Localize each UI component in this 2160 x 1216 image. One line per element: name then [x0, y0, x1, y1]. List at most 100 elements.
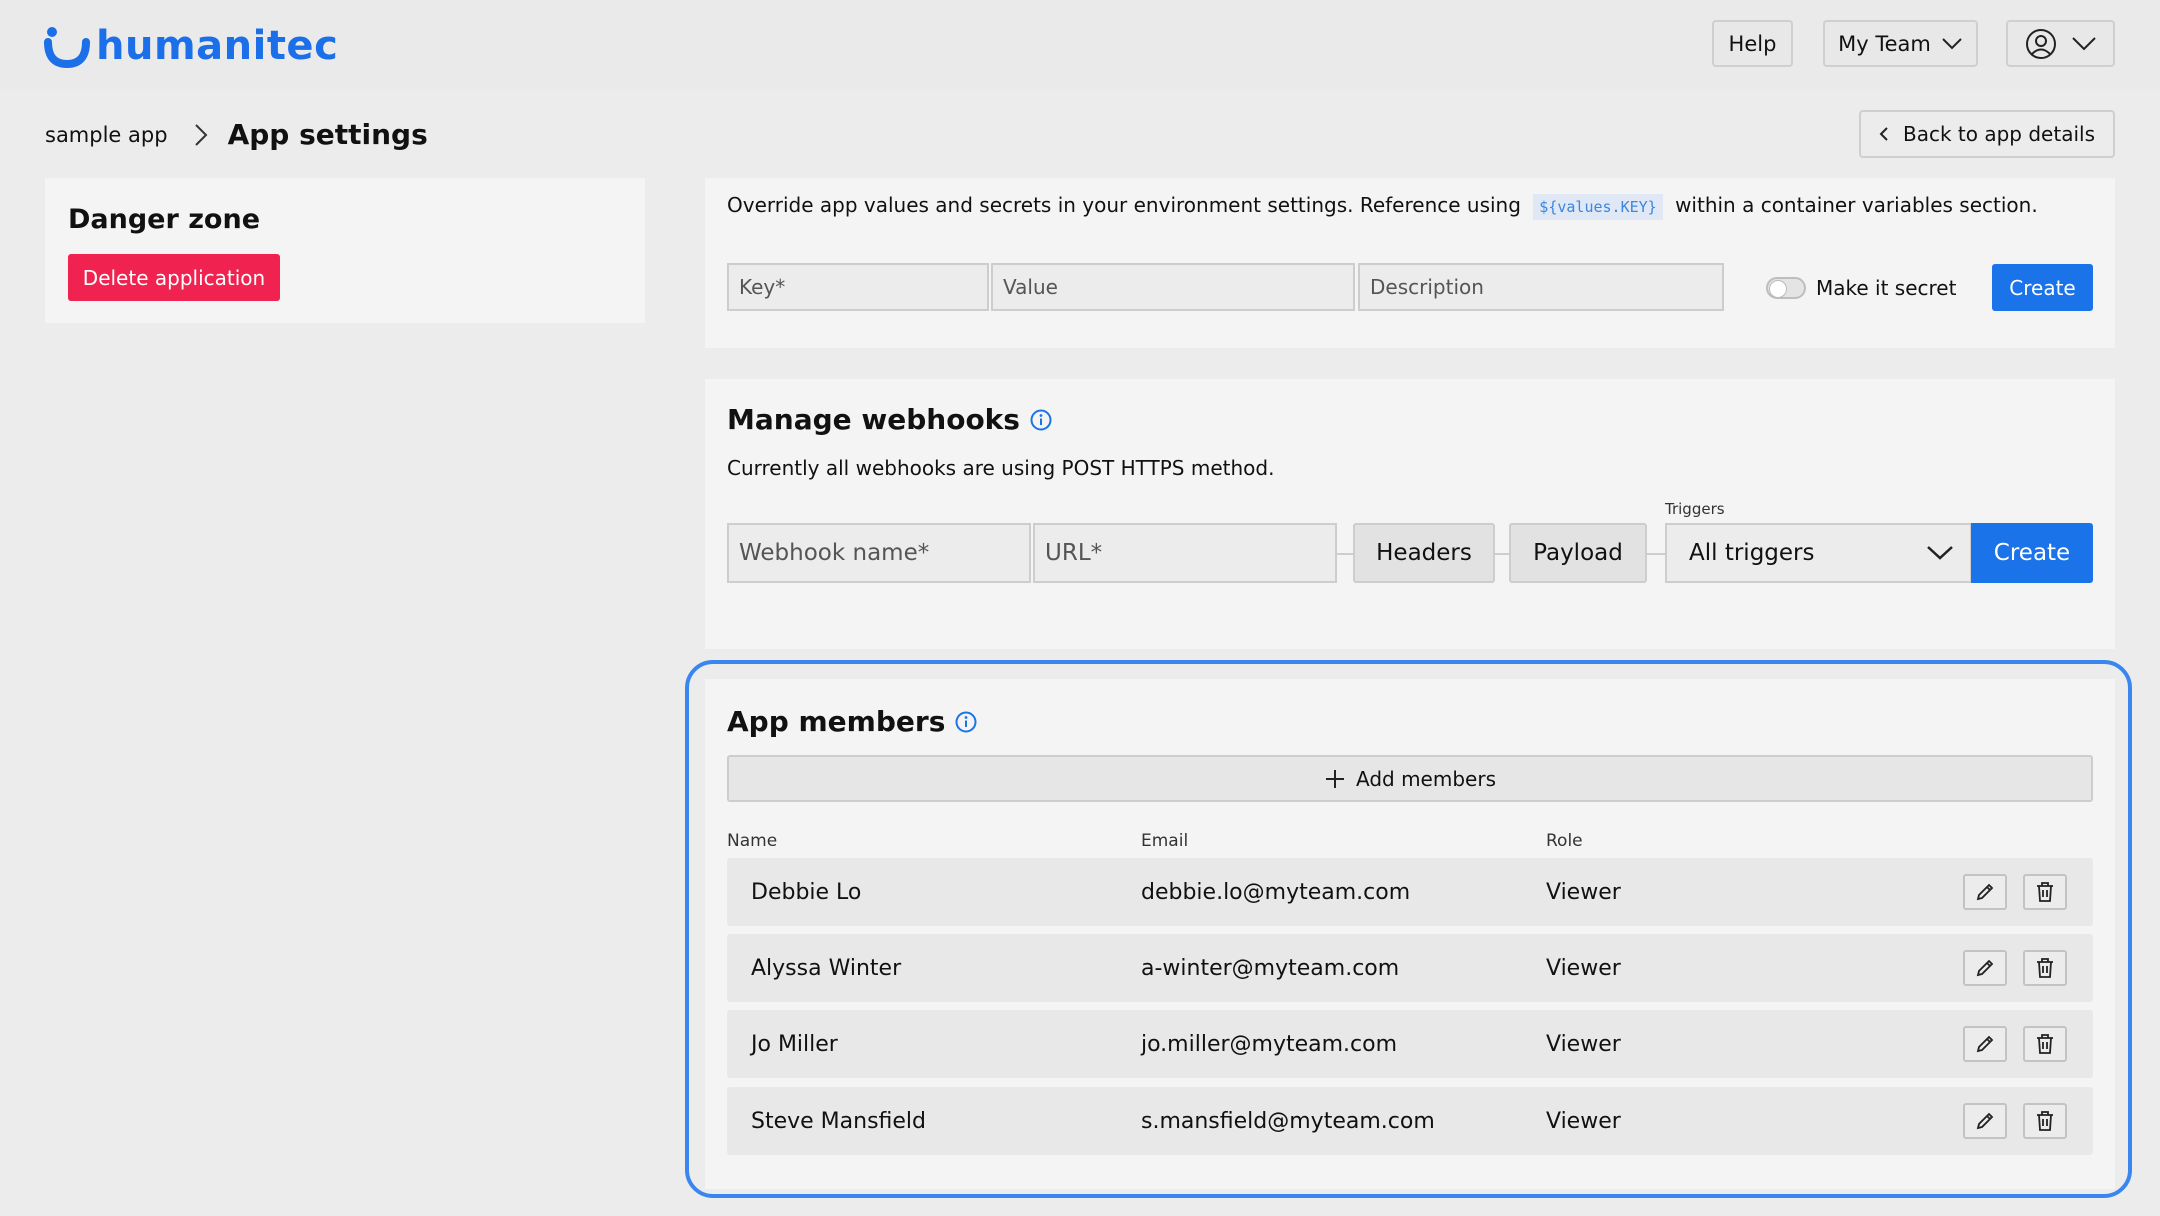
- delete-member-button[interactable]: [2023, 1103, 2067, 1139]
- member-email: debbie.lo@myteam.com: [1141, 880, 1411, 905]
- humanitec-logo[interactable]: humanitec: [44, 20, 338, 72]
- member-role: Viewer: [1546, 1032, 1621, 1057]
- chevron-down-icon: [1927, 546, 1953, 560]
- payload-label: Payload: [1533, 540, 1623, 566]
- pencil-icon: [1976, 1035, 1994, 1053]
- create-value-label: Create: [2009, 275, 2076, 300]
- payload-button[interactable]: Payload: [1509, 523, 1647, 583]
- trash-icon: [2037, 882, 2053, 902]
- edit-member-button[interactable]: [1963, 1026, 2007, 1062]
- webhooks-panel: Manage webhooks Currently all webhooks a…: [705, 379, 2115, 649]
- table-row: Debbie Lo debbie.lo@myteam.com Viewer: [727, 858, 2093, 926]
- member-name: Alyssa Winter: [751, 956, 902, 981]
- team-switcher-button[interactable]: My Team: [1823, 20, 1978, 67]
- delete-member-button[interactable]: [2023, 874, 2067, 910]
- webhook-url-placeholder: URL*: [1045, 540, 1103, 566]
- help-label: Help: [1728, 31, 1777, 56]
- values-description-after: within a container variables section.: [1675, 193, 2038, 217]
- connector-line: [1495, 553, 1509, 555]
- key-placeholder: Key*: [739, 275, 786, 299]
- create-webhook-label: Create: [1993, 540, 2071, 566]
- edit-member-button[interactable]: [1963, 1103, 2007, 1139]
- chevron-down-icon: [1942, 37, 1962, 49]
- webhooks-subtitle: Currently all webhooks are using POST HT…: [727, 456, 1275, 480]
- trash-icon: [2037, 958, 2053, 978]
- members-title: App members: [727, 705, 977, 738]
- back-label: Back to app details: [1903, 122, 2095, 146]
- info-icon[interactable]: [1030, 409, 1052, 431]
- member-email: a-winter@myteam.com: [1141, 956, 1400, 981]
- webhooks-title: Manage webhooks: [727, 403, 1052, 436]
- values-code-reference: ${values.KEY}: [1533, 194, 1663, 220]
- webhook-name-input[interactable]: Webhook name*: [727, 523, 1031, 583]
- description-placeholder: Description: [1370, 275, 1484, 299]
- create-webhook-button[interactable]: Create: [1971, 523, 2093, 583]
- delete-member-button[interactable]: [2023, 1026, 2067, 1062]
- breadcrumb-app-link[interactable]: sample app: [45, 123, 168, 147]
- back-to-app-details-button[interactable]: Back to app details: [1859, 110, 2115, 158]
- value-placeholder: Value: [1003, 275, 1058, 299]
- pencil-icon: [1976, 883, 1994, 901]
- value-input[interactable]: Value: [991, 263, 1355, 311]
- chevron-left-icon: [1879, 127, 1888, 141]
- breadcrumb: sample app App settings: [45, 118, 428, 151]
- member-name: Debbie Lo: [751, 880, 862, 905]
- values-description: Override app values and secrets in your …: [727, 193, 2038, 220]
- trash-icon: [2037, 1111, 2053, 1131]
- info-icon[interactable]: [955, 711, 977, 733]
- triggers-select[interactable]: All triggers: [1665, 523, 1972, 583]
- triggers-label: Triggers: [1665, 500, 1725, 518]
- user-menu-button[interactable]: [2006, 20, 2115, 67]
- help-button[interactable]: Help: [1712, 20, 1793, 67]
- pencil-icon: [1976, 1112, 1994, 1130]
- webhook-url-input[interactable]: URL*: [1033, 523, 1337, 583]
- members-title-text: App members: [727, 705, 946, 738]
- chevron-down-icon: [2071, 36, 2096, 50]
- brand-name: humanitec: [96, 23, 339, 69]
- table-row: Steve Mansfield s.mansfield@myteam.com V…: [727, 1087, 2093, 1155]
- team-label: My Team: [1838, 31, 1931, 56]
- webhook-name-placeholder: Webhook name*: [739, 540, 930, 566]
- connector-line: [1337, 553, 1353, 555]
- trash-icon: [2037, 1034, 2053, 1054]
- key-input[interactable]: Key*: [727, 263, 989, 311]
- app-members-panel: App members Add members Name Email Role …: [705, 679, 2115, 1189]
- column-header-role: Role: [1546, 831, 1583, 851]
- delete-application-button[interactable]: Delete application: [68, 254, 280, 301]
- table-row: Jo Miller jo.miller@myteam.com Viewer: [727, 1010, 2093, 1078]
- member-name: Steve Mansfield: [751, 1109, 927, 1134]
- webhooks-title-text: Manage webhooks: [727, 403, 1020, 436]
- danger-zone-title: Danger zone: [68, 204, 261, 235]
- add-members-button[interactable]: Add members: [727, 755, 2093, 802]
- column-header-email: Email: [1141, 831, 1189, 851]
- create-value-button[interactable]: Create: [1992, 264, 2093, 311]
- shared-values-panel: Override app values and secrets in your …: [705, 178, 2115, 348]
- column-header-name: Name: [727, 831, 778, 851]
- headers-button[interactable]: Headers: [1353, 523, 1495, 583]
- secret-toggle[interactable]: [1766, 277, 1806, 299]
- page-title: App settings: [227, 118, 428, 151]
- table-row: Alyssa Winter a-winter@myteam.com Viewer: [727, 934, 2093, 1002]
- plus-icon: [1326, 769, 1344, 788]
- edit-member-button[interactable]: [1963, 950, 2007, 986]
- pencil-icon: [1976, 959, 1994, 977]
- member-role: Viewer: [1546, 956, 1621, 981]
- edit-member-button[interactable]: [1963, 874, 2007, 910]
- secret-label: Make it secret: [1816, 276, 1957, 300]
- member-email: jo.miller@myteam.com: [1141, 1032, 1398, 1057]
- description-input[interactable]: Description: [1358, 263, 1724, 311]
- triggers-value: All triggers: [1689, 540, 1815, 566]
- delete-member-button[interactable]: [2023, 950, 2067, 986]
- member-email: s.mansfield@myteam.com: [1141, 1109, 1435, 1134]
- headers-label: Headers: [1376, 540, 1472, 566]
- add-members-label: Add members: [1356, 766, 1496, 791]
- member-role: Viewer: [1546, 880, 1621, 905]
- top-bar: humanitec Help My Team: [0, 0, 2160, 89]
- chevron-right-icon: [194, 123, 207, 146]
- logo-smile-icon: [44, 27, 90, 68]
- member-role: Viewer: [1546, 1109, 1621, 1134]
- delete-label: Delete application: [82, 265, 266, 290]
- values-description-before: Override app values and secrets in your …: [727, 193, 1521, 217]
- connector-line: [1647, 553, 1665, 555]
- danger-zone-panel: Danger zone Delete application: [45, 178, 645, 323]
